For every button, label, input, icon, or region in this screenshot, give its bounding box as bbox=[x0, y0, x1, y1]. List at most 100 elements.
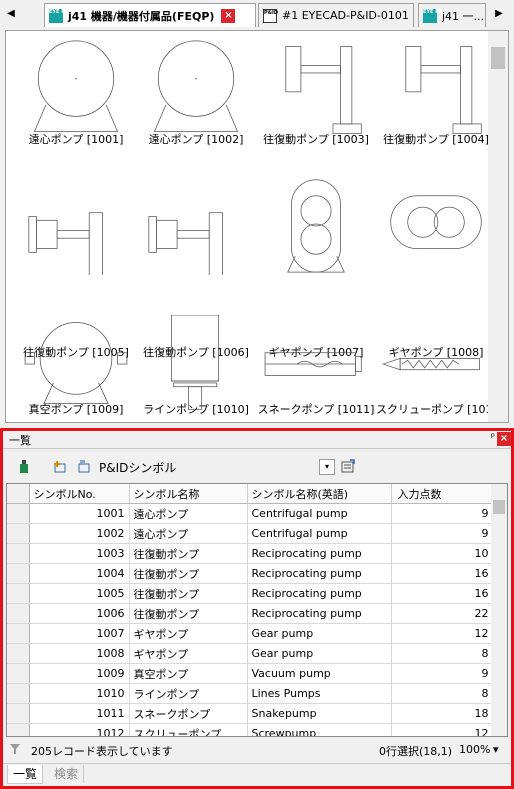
zoom-dropdown-icon[interactable]: ▾ bbox=[493, 743, 499, 756]
symbol-type-select[interactable]: P&IDシンボル ▾ bbox=[99, 459, 335, 475]
table-row[interactable]: 1008 ギヤポンプ Gear pump 8 bbox=[7, 643, 494, 664]
tab-feqp[interactable]: EYE PRO j41 機器/機器付属品(FEQP) × bbox=[44, 3, 256, 27]
cell-symbol-name-en[interactable]: Reciprocating pump bbox=[247, 583, 392, 604]
chevron-down-icon[interactable]: ▾ bbox=[319, 459, 335, 475]
cell-input-points[interactable]: 9 bbox=[391, 523, 494, 544]
cell-symbol-name[interactable]: 往復動ポンプ bbox=[129, 603, 248, 624]
table-scrollbar[interactable] bbox=[491, 484, 507, 736]
cell-symbol-name-en[interactable]: Reciprocating pump bbox=[247, 543, 392, 564]
table-row[interactable]: 1001 遠心ポンプ Centrifugal pump 9 bbox=[7, 503, 494, 524]
scrollbar-thumb[interactable] bbox=[491, 47, 505, 69]
row-header[interactable] bbox=[7, 503, 30, 524]
row-header[interactable] bbox=[7, 563, 30, 584]
table-row[interactable]: 1009 真空ポンプ Vacuum pump 9 bbox=[7, 663, 494, 684]
cell-input-points[interactable]: 8 bbox=[391, 683, 494, 704]
cell-symbol-name-en[interactable]: Reciprocating pump bbox=[247, 563, 392, 584]
cell-symbol-name[interactable]: 往復動ポンプ bbox=[129, 583, 248, 604]
table-row[interactable]: 1011 スネークポンプ Snakepump 18 bbox=[7, 703, 494, 724]
row-header[interactable] bbox=[7, 703, 30, 724]
symbol-tile[interactable]: 往復動ポンプ [1003] bbox=[256, 31, 376, 163]
cell-symbol-name-en[interactable]: Screwpump bbox=[247, 723, 392, 736]
cell-symbol-name[interactable]: スネークポンプ bbox=[129, 703, 248, 724]
symbol-tile[interactable]: ギヤポンプ [1007] bbox=[256, 167, 376, 359]
cell-symbol-no[interactable]: 1012 bbox=[29, 723, 130, 736]
column-header-symbol-no[interactable]: シンボルNo. bbox=[29, 484, 130, 504]
cell-symbol-name[interactable]: ギヤポンプ bbox=[129, 623, 248, 644]
row-header[interactable] bbox=[7, 663, 30, 684]
cell-symbol-name-en[interactable]: Lines Pumps bbox=[247, 683, 392, 704]
tab-search[interactable]: 検索 bbox=[49, 765, 85, 783]
cell-input-points[interactable]: 8 bbox=[391, 643, 494, 664]
cell-symbol-name[interactable]: ギヤポンプ bbox=[129, 643, 248, 664]
cell-input-points[interactable]: 16 bbox=[391, 563, 494, 584]
cell-input-points[interactable]: 9 bbox=[391, 503, 494, 524]
cell-symbol-no[interactable]: 1005 bbox=[29, 583, 130, 604]
tab-close-button[interactable]: × bbox=[221, 8, 236, 23]
zoom-level[interactable]: 100% bbox=[459, 743, 490, 756]
cell-symbol-name-en[interactable]: Centrifugal pump bbox=[247, 503, 392, 524]
table-row[interactable]: 1005 往復動ポンプ Reciprocating pump 16 bbox=[7, 583, 494, 604]
row-header[interactable] bbox=[7, 683, 30, 704]
cell-symbol-name-en[interactable]: Reciprocating pump bbox=[247, 603, 392, 624]
cell-input-points[interactable]: 18 bbox=[391, 703, 494, 724]
row-header[interactable] bbox=[7, 623, 30, 644]
folder-symbol-icon[interactable] bbox=[77, 459, 91, 473]
cell-symbol-no[interactable]: 1008 bbox=[29, 643, 130, 664]
cell-symbol-name[interactable]: 往復動ポンプ bbox=[129, 543, 248, 564]
table-row[interactable]: 1012 スクリューポンプ Screwpump 12 bbox=[7, 723, 494, 736]
cell-input-points[interactable]: 12 bbox=[391, 723, 494, 736]
cell-input-points[interactable]: 10 bbox=[391, 543, 494, 564]
cell-input-points[interactable]: 9 bbox=[391, 663, 494, 684]
row-header-corner[interactable] bbox=[7, 484, 30, 504]
row-header[interactable] bbox=[7, 523, 30, 544]
cell-symbol-no[interactable]: 1002 bbox=[29, 523, 130, 544]
cell-symbol-no[interactable]: 1004 bbox=[29, 563, 130, 584]
cell-input-points[interactable]: 12 bbox=[391, 623, 494, 644]
symbol-tile[interactable]: 遠心ポンプ [1001] bbox=[16, 31, 136, 163]
cell-symbol-name-en[interactable]: Centrifugal pump bbox=[247, 523, 392, 544]
add-symbol-icon[interactable] bbox=[53, 459, 67, 473]
table-row[interactable]: 1006 往復動ポンプ Reciprocating pump 22 bbox=[7, 603, 494, 624]
tab-list[interactable]: 一覧 bbox=[7, 765, 44, 784]
column-header-input-points[interactable]: 入力点数 bbox=[391, 484, 494, 504]
table-row[interactable]: 1002 遠心ポンプ Centrifugal pump 9 bbox=[7, 523, 494, 544]
symbol-tile[interactable]: 真空ポンプ [1009] bbox=[16, 303, 136, 422]
cell-symbol-no[interactable]: 1006 bbox=[29, 603, 130, 624]
symbol-tile[interactable]: ラインポンプ [1010] bbox=[136, 303, 256, 422]
tab-pid-0101[interactable]: P&ID #1 EYECAD-P&ID-0101 bbox=[258, 3, 414, 27]
cell-symbol-name[interactable]: スクリューポンプ bbox=[129, 723, 248, 736]
cell-symbol-name-en[interactable]: Gear pump bbox=[247, 623, 392, 644]
cell-symbol-no[interactable]: 1010 bbox=[29, 683, 130, 704]
cell-symbol-name[interactable]: 遠心ポンプ bbox=[129, 503, 248, 524]
gallery-scrollbar[interactable] bbox=[488, 31, 508, 422]
symbol-tile[interactable]: 往復動ポンプ [1004] bbox=[376, 31, 496, 163]
filter-icon[interactable] bbox=[9, 743, 21, 758]
table-row[interactable]: 1010 ラインポンプ Lines Pumps 8 bbox=[7, 683, 494, 704]
scrollbar-thumb[interactable] bbox=[493, 500, 505, 514]
cell-symbol-no[interactable]: 1009 bbox=[29, 663, 130, 684]
cell-symbol-name[interactable]: 真空ポンプ bbox=[129, 663, 248, 684]
symbol-tile[interactable]: ギヤポンプ [1008] bbox=[376, 167, 496, 359]
row-header[interactable] bbox=[7, 543, 30, 564]
cell-symbol-name[interactable]: 往復動ポンプ bbox=[129, 563, 248, 584]
tab-j41-list[interactable]: EYE PRO j41 一... bbox=[418, 3, 486, 27]
symbol-tile[interactable]: 往復動ポンプ [1005] bbox=[16, 167, 136, 359]
cell-symbol-name-en[interactable]: Gear pump bbox=[247, 643, 392, 664]
cell-symbol-no[interactable]: 1007 bbox=[29, 623, 130, 644]
cell-symbol-no[interactable]: 1003 bbox=[29, 543, 130, 564]
symbol-tile[interactable]: スネークポンプ [1011] bbox=[256, 303, 376, 422]
pin-icon[interactable]: ᵖ bbox=[491, 432, 495, 443]
table-row[interactable]: 1007 ギヤポンプ Gear pump 12 bbox=[7, 623, 494, 644]
cell-input-points[interactable]: 16 bbox=[391, 583, 494, 604]
row-header[interactable] bbox=[7, 723, 30, 736]
symbol-tile[interactable]: スクリューポンプ [1012] bbox=[376, 303, 504, 422]
row-header[interactable] bbox=[7, 583, 30, 604]
cell-symbol-name[interactable]: ラインポンプ bbox=[129, 683, 248, 704]
excel-export-icon[interactable] bbox=[17, 459, 31, 473]
cell-symbol-name-en[interactable]: Snakepump bbox=[247, 703, 392, 724]
tab-scroll-right-button[interactable]: ▶ bbox=[490, 4, 508, 24]
cell-symbol-no[interactable]: 1011 bbox=[29, 703, 130, 724]
refresh-list-icon[interactable] bbox=[341, 459, 355, 473]
column-header-symbol-name[interactable]: シンボル名称 bbox=[129, 484, 248, 504]
row-header[interactable] bbox=[7, 643, 30, 664]
